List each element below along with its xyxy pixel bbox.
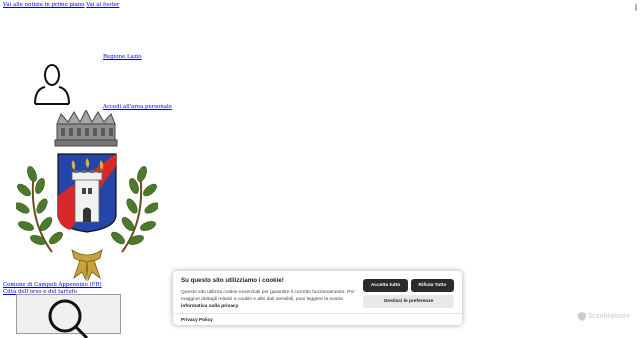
skip-to-footer-link[interactable]: Vai al footer: [86, 2, 119, 8]
cookie-divider: [173, 313, 462, 314]
cookie-banner-text: Questo sito utilizza cookie essenziali p…: [181, 290, 355, 309]
crown: [54, 110, 118, 147]
region-link[interactable]: Regione Lazio: [103, 54, 142, 60]
skip-to-news-link[interactable]: Vai alle notizie in primo piano: [3, 2, 85, 8]
cookie-banner-title: Su questo sito utilizziamo i cookie!: [181, 277, 284, 284]
reject-all-button[interactable]: Rifiuta Tutto: [411, 279, 454, 292]
skip-links: Vai alle notizie in primo piano Vai al f…: [3, 2, 119, 8]
shield: [57, 153, 117, 233]
watermark: ScanMalware: [577, 312, 630, 321]
shield-watermark-icon: [577, 312, 586, 321]
search-icon: [48, 299, 89, 338]
coat-of-arms-icon[interactable]: [16, 110, 158, 282]
ribbon: [71, 249, 103, 282]
search-button[interactable]: [16, 294, 121, 338]
manage-preferences-button[interactable]: Gestisci le preferenze: [363, 295, 454, 308]
privacy-info-link[interactable]: informativa sulla privacy: [181, 304, 238, 309]
watermark-text: ScanMalware: [587, 313, 630, 320]
user-icon[interactable]: [34, 63, 70, 105]
cookie-text-line1: Questo sito utilizza cookie essenziali p…: [181, 290, 346, 295]
cookie-banner: Su questo sito utilizziamo i cookie! Que…: [173, 271, 462, 325]
page-scrollbar[interactable]: [635, 4, 637, 11]
accept-all-button[interactable]: Accetta tutto: [363, 279, 408, 292]
comune-name-link[interactable]: Comune di Campoli Appennino (FR): [3, 282, 102, 288]
privacy-policy-link[interactable]: Privacy Policy: [181, 317, 213, 322]
